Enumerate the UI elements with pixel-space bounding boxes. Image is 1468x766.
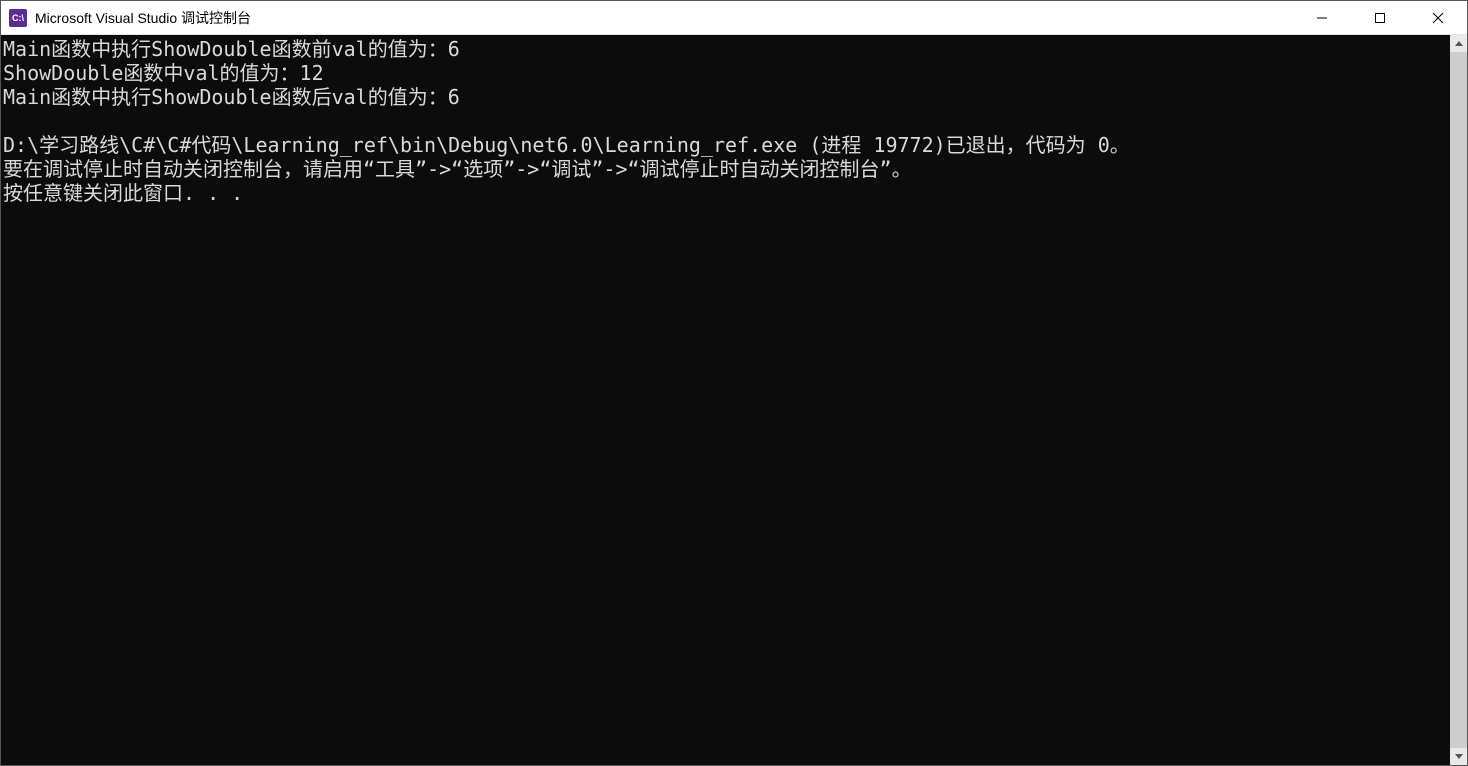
minimize-icon	[1316, 12, 1328, 24]
maximize-button[interactable]	[1351, 1, 1409, 34]
console-line: ShowDouble函数中val的值为：12	[3, 61, 324, 85]
window-controls	[1293, 1, 1467, 34]
scrollbar-thumb[interactable]	[1450, 52, 1467, 748]
app-icon-text: C:\	[12, 13, 24, 23]
app-icon: C:\	[9, 9, 27, 27]
titlebar[interactable]: C:\ Microsoft Visual Studio 调试控制台	[1, 1, 1467, 35]
minimize-button[interactable]	[1293, 1, 1351, 34]
scroll-down-button[interactable]	[1450, 748, 1467, 765]
scroll-up-button[interactable]	[1450, 35, 1467, 52]
chevron-up-icon	[1455, 41, 1463, 46]
scrollbar-track[interactable]	[1450, 52, 1467, 748]
close-button[interactable]	[1409, 1, 1467, 34]
app-window: C:\ Microsoft Visual Studio 调试控制台 Main函数…	[0, 0, 1468, 766]
window-title: Microsoft Visual Studio 调试控制台	[35, 8, 251, 28]
console-line: Main函数中执行ShowDouble函数前val的值为：6	[3, 37, 460, 61]
vertical-scrollbar[interactable]	[1450, 35, 1467, 765]
console-line: 按任意键关闭此窗口. . .	[3, 181, 243, 205]
client-area: Main函数中执行ShowDouble函数前val的值为：6 ShowDoubl…	[1, 35, 1467, 765]
chevron-down-icon	[1455, 754, 1463, 759]
maximize-icon	[1374, 12, 1386, 24]
console-line: Main函数中执行ShowDouble函数后val的值为：6	[3, 85, 460, 109]
close-icon	[1432, 12, 1444, 24]
console-output[interactable]: Main函数中执行ShowDouble函数前val的值为：6 ShowDoubl…	[1, 35, 1450, 765]
console-line: D:\学习路线\C#\C#代码\Learning_ref\bin\Debug\n…	[3, 133, 1130, 157]
console-line: 要在调试停止时自动关闭控制台，请启用“工具”->“选项”->“调试”->“调试停…	[3, 157, 912, 181]
